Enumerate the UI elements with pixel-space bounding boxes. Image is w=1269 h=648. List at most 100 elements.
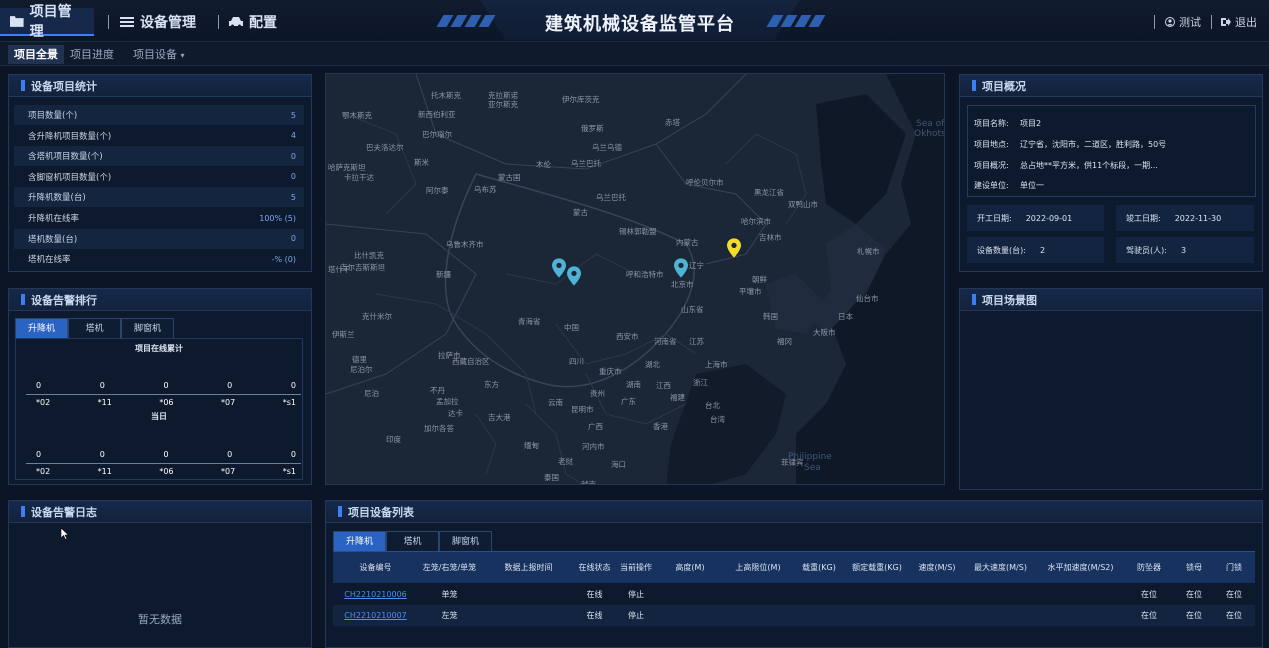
map-sea-label: Philippine bbox=[788, 452, 832, 462]
device-list-tabs: 升降机 塔机 脚窗机 bbox=[333, 531, 492, 551]
field-label: 建设单位: bbox=[974, 181, 1009, 190]
stat-label: 含塔机项目数量(个) bbox=[28, 152, 103, 163]
nav-config[interactable]: 配置 bbox=[229, 8, 277, 36]
device-id-link[interactable]: CH2210210007 bbox=[333, 605, 418, 626]
map-marker-icon[interactable] bbox=[552, 258, 566, 278]
tab-project-devices[interactable]: 项目设备 ▾ bbox=[127, 45, 191, 64]
car-icon bbox=[229, 17, 243, 28]
table-cell: 停止 bbox=[628, 611, 644, 620]
overview-name-row: 项目名称: 项目2 bbox=[974, 118, 1041, 129]
field-label: 项目地点: bbox=[974, 140, 1009, 149]
logout-button[interactable]: 退出 bbox=[1221, 14, 1257, 30]
ranking-title: 设备告警排行 bbox=[31, 293, 97, 307]
logout-icon bbox=[1221, 18, 1231, 26]
separator bbox=[218, 15, 219, 29]
map-place-label: 湖南 bbox=[626, 380, 641, 389]
table-cell: 在线 bbox=[586, 611, 603, 620]
table-header-cell: 高度(M) bbox=[675, 563, 705, 572]
map-place-label: 蒙古国 bbox=[498, 173, 521, 182]
alarm-log-header: 设备告警日志 bbox=[9, 501, 311, 523]
ranking-value: 0 bbox=[36, 450, 42, 459]
map-place-label: 乌兰乌德 bbox=[592, 143, 622, 152]
field-label: 竣工日期: bbox=[1126, 213, 1161, 223]
table-cell bbox=[481, 605, 576, 626]
map-marker-icon[interactable] bbox=[674, 258, 688, 278]
table-cell: 在位 bbox=[1186, 611, 1202, 620]
map-marker-icon[interactable] bbox=[727, 238, 741, 258]
map-place-label: 德里 bbox=[352, 355, 367, 364]
stat-row: 升降机在线率 100% (5) bbox=[14, 208, 304, 228]
map-place-label: 尼泊尔 bbox=[350, 365, 373, 374]
map-place-label: 仙台市 bbox=[856, 294, 879, 303]
device-id-link[interactable]: CH2210210006 bbox=[333, 584, 418, 605]
separator bbox=[1154, 15, 1155, 29]
nav-device-management[interactable]: 设备管理 bbox=[120, 8, 196, 36]
tab-lift[interactable]: 升降机 bbox=[333, 531, 386, 551]
start-date: 2022-09-01 bbox=[1025, 213, 1073, 223]
project-map[interactable]: 托木斯克 克拉斯诺 亚尔斯克 伊尔库茨克 新西伯利亚 鄂木斯克 巴尔瑙尔 赤塔 俄罗斯 巴夫洛达尔… bbox=[325, 73, 945, 485]
stat-row: 含塔机项目数量(个) 0 bbox=[14, 146, 304, 167]
table-header-cell: 数据上报时间 bbox=[504, 563, 553, 572]
user-menu[interactable]: 测试 bbox=[1165, 14, 1201, 30]
tab-tower-crane[interactable]: 塔机 bbox=[68, 318, 121, 338]
table-header-cell: 在线状态 bbox=[578, 563, 611, 572]
stat-row: 含升降机项目数量(个) 4 bbox=[14, 126, 304, 146]
table-cell bbox=[659, 584, 721, 605]
stat-row: 项目数量(个) 5 bbox=[14, 105, 304, 125]
map-place-label: 吉大港 bbox=[488, 413, 511, 422]
stat-label: 升降机数量(台) bbox=[28, 193, 86, 204]
ranking-cumulative-title: 项目在线累计 bbox=[135, 344, 183, 353]
tab-lift[interactable]: 升降机 bbox=[15, 318, 68, 338]
project-address: 辽宁省，沈阳市，二道区，胜利路，50号 bbox=[1020, 140, 1167, 149]
separator bbox=[108, 15, 109, 29]
tab-scaffold[interactable]: 脚窗机 bbox=[121, 318, 174, 338]
start-date-cell: 开工日期: 2022-09-01 bbox=[967, 205, 1104, 231]
project-description: 总占地**平方米，供11个标段，一期... bbox=[1020, 161, 1158, 170]
tab-progress[interactable]: 项目进度 bbox=[64, 45, 120, 64]
nav-project-management[interactable]: 项目管理 bbox=[0, 4, 94, 40]
map-place-label: 东方 bbox=[484, 380, 499, 389]
driver-count: 3 bbox=[1180, 245, 1187, 255]
table-header-cell: 防坠器 bbox=[1137, 563, 1161, 572]
overview-title: 项目概况 bbox=[982, 79, 1026, 93]
map-place-label: 重庆市 bbox=[599, 367, 622, 376]
project-name: 项目2 bbox=[1020, 119, 1042, 128]
table-header-cell: 额定载重(KG) bbox=[852, 563, 902, 572]
overview-desc-row: 项目概况: 总占地**平方米，供11个标段，一期... bbox=[974, 160, 1158, 171]
map-marker-icon[interactable] bbox=[567, 266, 581, 286]
ranking-label: *02 bbox=[36, 467, 51, 476]
tab-scaffold[interactable]: 脚窗机 bbox=[439, 531, 492, 551]
map-place-label: 尼泊 bbox=[364, 389, 379, 398]
map-place-label: 亚尔斯克 bbox=[488, 100, 518, 109]
table-cell: 在位 bbox=[1226, 611, 1242, 620]
map-place-label: 江苏 bbox=[689, 337, 704, 346]
top-bar: 项目管理 设备管理 配置 建筑机械设备监管平台 测试 退出 bbox=[0, 0, 1269, 42]
table-cell bbox=[963, 584, 1038, 605]
field-label: 驾驶员(人): bbox=[1126, 245, 1167, 255]
ranking-labels: *02 *11 *06 *07 *s1 bbox=[36, 398, 296, 407]
tab-tower-crane[interactable]: 塔机 bbox=[386, 531, 439, 551]
map-place-label: 比什凯克 bbox=[354, 251, 384, 260]
ranking-value: 0 bbox=[163, 450, 169, 459]
map-place-label: 缅甸 bbox=[524, 441, 539, 450]
tab-overview[interactable]: 项目全景 bbox=[8, 45, 64, 64]
map-place-label: 托木斯克 bbox=[431, 91, 461, 100]
map-place-label: 广东 bbox=[621, 397, 636, 406]
logout-label: 退出 bbox=[1235, 16, 1257, 29]
map-place-label: 吉林市 bbox=[759, 233, 782, 242]
map-place-label: 印度 bbox=[386, 435, 401, 444]
map-place-label: 乌鲁木齐市 bbox=[446, 240, 484, 249]
page-title: 建筑机械设备监管平台 bbox=[545, 14, 735, 35]
end-date-cell: 竣工日期: 2022-11-30 bbox=[1116, 205, 1254, 231]
device-count-cell: 设备数量(台): 2 bbox=[967, 237, 1104, 263]
map-place-label: 西藏自治区 bbox=[452, 357, 490, 366]
ranking-value: 0 bbox=[227, 381, 233, 390]
stat-value: 5 bbox=[290, 110, 296, 120]
map-place-label: 大阪市 bbox=[813, 328, 836, 337]
ranking-tabs: 升降机 塔机 脚窗机 bbox=[15, 318, 174, 338]
map-place-label: 斯米 bbox=[414, 158, 429, 167]
ranking-value: 0 bbox=[290, 381, 296, 390]
map-place-label: 达卡 bbox=[448, 409, 463, 418]
overview-address-row: 项目地点: 辽宁省，沈阳市，二道区，胜利路，50号 bbox=[974, 139, 1166, 150]
map-place-label: 双鸭山市 bbox=[788, 200, 818, 209]
